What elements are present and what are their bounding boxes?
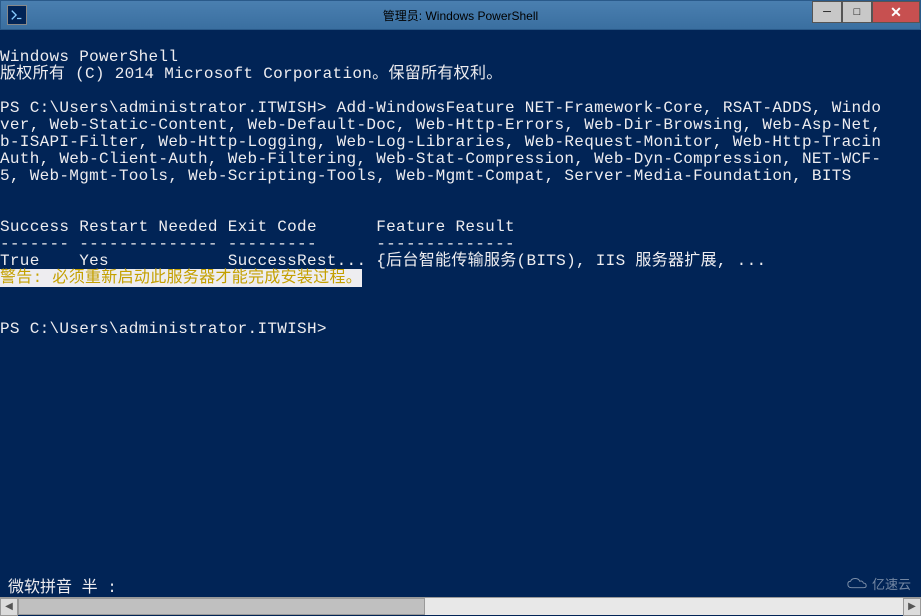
scroll-left-arrow[interactable]: ◀ [0, 598, 18, 616]
command-line: PS C:\Users\administrator.ITWISH> Add-Wi… [0, 99, 881, 117]
command-line: b-ISAPI-Filter, Web-Http-Logging, Web-Lo… [0, 133, 881, 151]
minimize-button[interactable]: ─ [812, 1, 842, 23]
ime-status: 微软拼音 半 : [8, 573, 117, 597]
table-row: True Yes SuccessRest... {后台智能传输服务(BITS),… [0, 252, 766, 270]
command-line: 5, Web-Mgmt-Tools, Web-Scripting-Tools, … [0, 167, 852, 185]
scroll-thumb[interactable] [18, 598, 425, 615]
window-controls: ─ □ ✕ [812, 1, 920, 23]
maximize-button[interactable]: □ [842, 1, 872, 23]
terminal-output[interactable]: Windows PowerShell 版权所有 (C) 2014 Microso… [0, 30, 921, 597]
table-separator: ------- -------------- --------- -------… [0, 235, 515, 253]
window-titlebar: 管理员: Windows PowerShell ─ □ ✕ [0, 0, 921, 30]
watermark: 亿速云 [846, 574, 911, 593]
warning-message: 警告: 必须重新启动此服务器才能完成安装过程。 [0, 269, 362, 287]
command-line: ver, Web-Static-Content, Web-Default-Doc… [0, 116, 881, 134]
command-line: Auth, Web-Client-Auth, Web-Filtering, We… [0, 150, 881, 168]
close-button[interactable]: ✕ [872, 1, 920, 23]
scroll-right-arrow[interactable]: ▶ [903, 598, 921, 616]
cloud-icon [846, 577, 868, 591]
window-title: 管理员: Windows PowerShell [383, 7, 538, 24]
watermark-text: 亿速云 [872, 574, 911, 593]
scroll-track[interactable] [18, 598, 903, 615]
output-line: Windows PowerShell [0, 48, 178, 66]
prompt: PS C:\Users\administrator.ITWISH> [0, 320, 327, 338]
table-header: Success Restart Needed Exit Code Feature… [0, 218, 515, 236]
powershell-icon [7, 5, 27, 25]
horizontal-scrollbar[interactable]: ◀ ▶ [0, 597, 921, 615]
output-line: 版权所有 (C) 2014 Microsoft Corporation。保留所有… [0, 65, 503, 83]
